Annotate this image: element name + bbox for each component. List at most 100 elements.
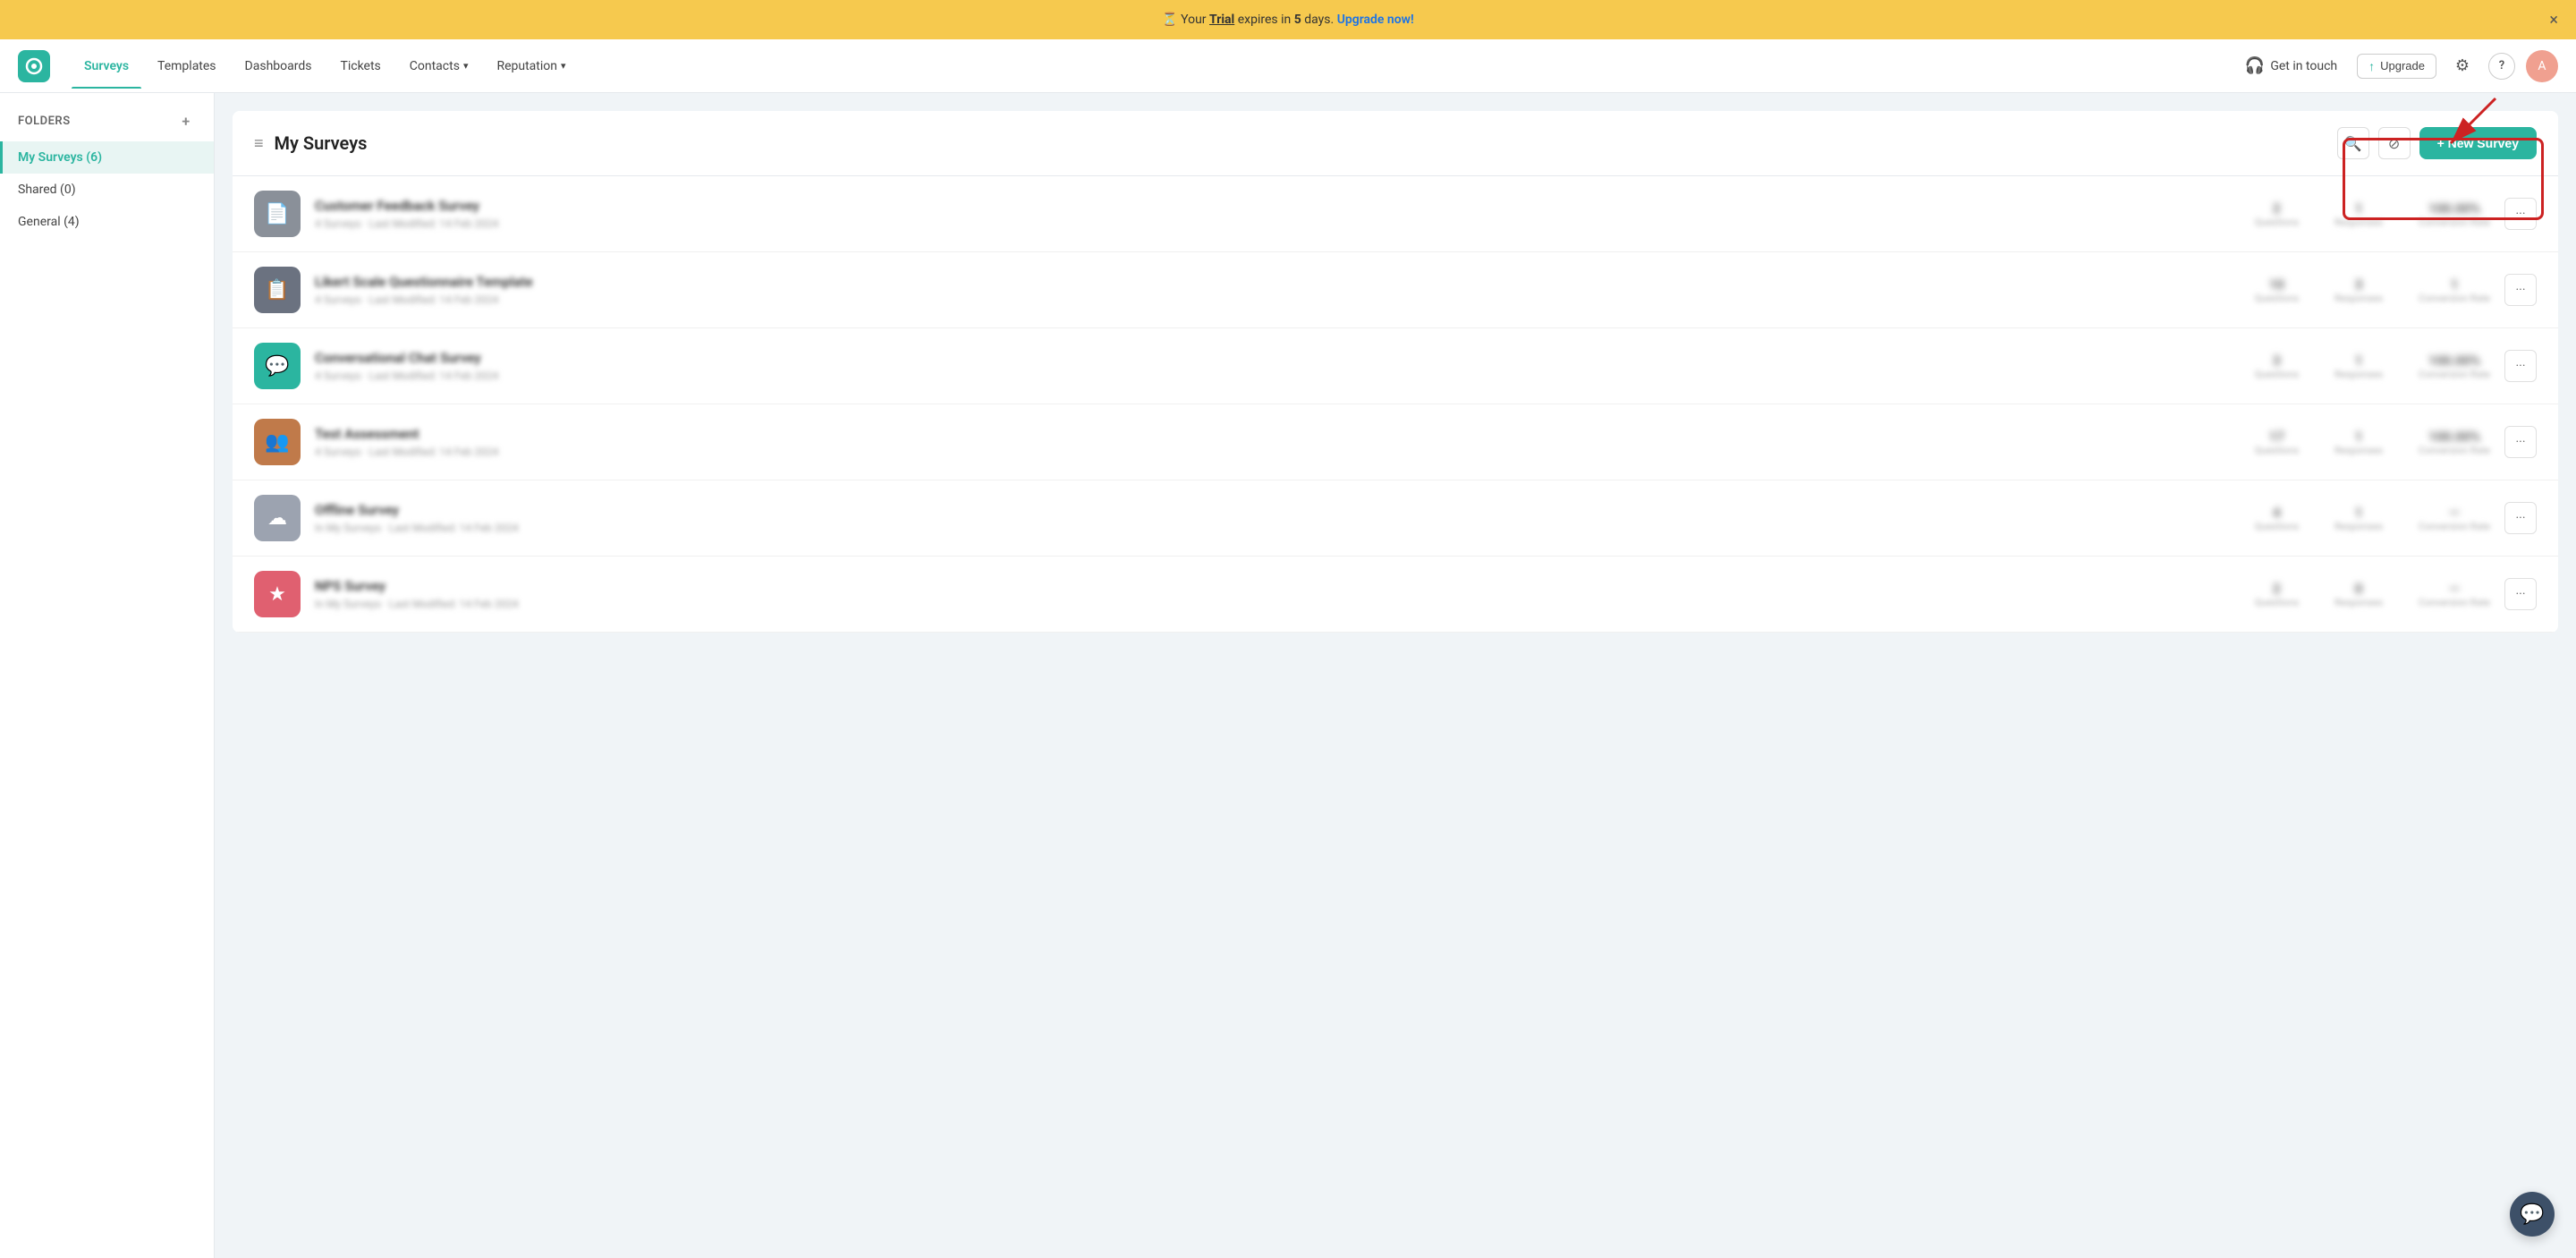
survey-actions-button-6[interactable]: ···: [2504, 578, 2537, 610]
stat-questions-label-1: Questions: [2255, 217, 2299, 228]
nav-items: Surveys Templates Dashboards Tickets Con…: [72, 52, 2236, 81]
banner-middle: expires in: [1238, 13, 1294, 27]
stat-questions-value-5: 4: [2255, 505, 2299, 521]
add-folder-button[interactable]: +: [176, 111, 196, 131]
add-icon: +: [182, 113, 190, 130]
search-button[interactable]: 🔍: [2337, 127, 2369, 159]
stat-questions-5: 4 Questions: [2255, 505, 2299, 532]
sidebar-item-my-surveys[interactable]: My Surveys (6): [0, 141, 214, 174]
new-survey-label: + New Survey: [2437, 136, 2519, 150]
survey-row[interactable]: ★ NPS Survey In My Surveys · Last Modifi…: [233, 557, 2558, 633]
survey-icon-5: ☁: [254, 495, 301, 541]
stat-responses-label-5: Responses: [2334, 521, 2383, 532]
stat-conversion-label-2: Conversion Rate: [2419, 293, 2490, 304]
stat-questions-4: 17 Questions: [2255, 429, 2299, 456]
sidebar-label-general: General (4): [18, 215, 80, 229]
nav-item-tickets[interactable]: Tickets: [327, 52, 393, 81]
stat-questions-3: 3 Questions: [2255, 353, 2299, 380]
chat-icon: 💬: [2520, 1203, 2544, 1226]
stat-questions-value-4: 17: [2255, 429, 2299, 445]
upgrade-link[interactable]: Upgrade now!: [1337, 13, 1414, 27]
stat-questions-6: 2 Questions: [2255, 581, 2299, 608]
sidebar-item-general[interactable]: General (4): [0, 206, 214, 238]
stat-questions-2: 10 Questions: [2255, 276, 2299, 304]
survey-info-4: Test Assessment 4 Surveys · Last Modifie…: [315, 426, 2241, 458]
survey-stats-6: 2 Questions 0 Responses — Conversion Rat…: [2255, 581, 2490, 608]
survey-row[interactable]: 💬 Conversational Chat Survey 4 Surveys ·…: [233, 328, 2558, 404]
survey-actions-button-4[interactable]: ···: [2504, 426, 2537, 458]
stat-conversion-1: 100.00% Conversion Rate: [2419, 200, 2490, 228]
new-survey-button[interactable]: + New Survey: [2419, 127, 2537, 159]
stat-conversion-2: 1 Conversion Rate: [2419, 276, 2490, 304]
survey-row[interactable]: 👥 Test Assessment 4 Surveys · Last Modif…: [233, 404, 2558, 480]
stat-responses-value-2: 3: [2334, 276, 2383, 293]
settings-button[interactable]: ⚙: [2447, 51, 2478, 81]
survey-name-1: Customer Feedback Survey: [315, 198, 2241, 214]
stat-conversion-4: 100.00% Conversion Rate: [2419, 429, 2490, 456]
survey-meta-1: 4 Surveys · Last Modified: 14 Feb 2024: [315, 217, 2241, 230]
trial-word: Trial: [1209, 13, 1234, 27]
chat-bubble-button[interactable]: 💬: [2510, 1192, 2555, 1237]
stat-responses-label-1: Responses: [2334, 217, 2383, 228]
stat-responses-label-6: Responses: [2334, 597, 2383, 608]
stat-conversion-label-6: Conversion Rate: [2419, 597, 2490, 608]
survey-list-container: ≡ My Surveys 🔍 ⊘ + New Survey: [233, 111, 2558, 633]
app-logo[interactable]: [18, 50, 50, 82]
upgrade-button[interactable]: ↑ Upgrade: [2357, 54, 2436, 79]
survey-actions-button-1[interactable]: ···: [2504, 198, 2537, 230]
survey-info-3: Conversational Chat Survey 4 Surveys · L…: [315, 350, 2241, 382]
nav-item-dashboards[interactable]: Dashboards: [233, 52, 325, 81]
nav-label-surveys: Surveys: [84, 59, 129, 73]
stat-conversion-6: — Conversion Rate: [2419, 581, 2490, 608]
survey-stats-4: 17 Questions 1 Responses 100.00% Convers…: [2255, 429, 2490, 456]
main-layout: Folders + My Surveys (6) Shared (0) Gene…: [0, 93, 2576, 1258]
survey-stats-2: 10 Questions 3 Responses 1 Conversion Ra…: [2255, 276, 2490, 304]
stat-conversion-label-1: Conversion Rate: [2419, 217, 2490, 228]
survey-icon-2: 📋: [254, 267, 301, 313]
survey-row[interactable]: 📋 Likert Scale Questionnaire Template 4 …: [233, 252, 2558, 328]
stat-questions-label-6: Questions: [2255, 597, 2299, 608]
nav-item-templates[interactable]: Templates: [145, 52, 229, 81]
stat-conversion-value-2: 1: [2419, 276, 2490, 293]
stat-responses-value-3: 1: [2334, 353, 2383, 369]
survey-actions-button-2[interactable]: ···: [2504, 274, 2537, 306]
survey-actions-button-3[interactable]: ···: [2504, 350, 2537, 382]
stat-questions-label-2: Questions: [2255, 293, 2299, 304]
sidebar: Folders + My Surveys (6) Shared (0) Gene…: [0, 93, 215, 1258]
nav-label-reputation: Reputation: [496, 59, 557, 73]
banner-close-button[interactable]: ×: [2549, 11, 2558, 30]
survey-actions-button-5[interactable]: ···: [2504, 502, 2537, 534]
help-button[interactable]: ?: [2488, 53, 2515, 80]
nav-item-reputation[interactable]: Reputation ▾: [484, 52, 578, 81]
banner-suffix: days.: [1304, 13, 1336, 27]
banner-text: ⏳ Your Trial expires in 5 days. Upgrade …: [1162, 13, 1414, 27]
sidebar-header: Folders +: [0, 111, 214, 141]
survey-list-header: ≡ My Surveys 🔍 ⊘ + New Survey: [233, 111, 2558, 176]
list-view-icon[interactable]: ≡: [254, 134, 264, 153]
page-title: My Surveys: [275, 132, 368, 154]
get-in-touch-button[interactable]: 🎧 Get in touch: [2236, 51, 2346, 81]
contacts-chevron-icon: ▾: [463, 60, 469, 72]
nav-label-tickets: Tickets: [340, 59, 380, 73]
stat-questions-label-5: Questions: [2255, 521, 2299, 532]
nav-item-contacts[interactable]: Contacts ▾: [397, 52, 481, 81]
sidebar-label-shared: Shared (0): [18, 183, 76, 197]
sidebar-label-my-surveys: My Surveys (6): [18, 150, 102, 165]
user-avatar[interactable]: A: [2526, 50, 2558, 82]
nav-item-surveys[interactable]: Surveys: [72, 52, 141, 81]
stat-responses-5: 1 Responses: [2334, 505, 2383, 532]
survey-info-2: Likert Scale Questionnaire Template 4 Su…: [315, 274, 2241, 306]
upgrade-label: Upgrade: [2380, 59, 2425, 72]
survey-stats-5: 4 Questions 1 Responses — Conversion Rat…: [2255, 505, 2490, 532]
stat-questions-value-2: 10: [2255, 276, 2299, 293]
survey-stats-1: 2 Questions 1 Responses 100.00% Conversi…: [2255, 200, 2490, 228]
survey-icon-6: ★: [254, 571, 301, 617]
survey-row[interactable]: ☁ Offline Survey In My Surveys · Last Mo…: [233, 480, 2558, 557]
stat-responses-value-6: 0: [2334, 581, 2383, 597]
filter-button[interactable]: ⊘: [2378, 127, 2411, 159]
stat-responses-2: 3 Responses: [2334, 276, 2383, 304]
nav-label-templates: Templates: [157, 59, 216, 73]
survey-row[interactable]: 📄 Customer Feedback Survey 4 Surveys · L…: [233, 176, 2558, 252]
sidebar-item-shared[interactable]: Shared (0): [0, 174, 214, 206]
survey-meta-3: 4 Surveys · Last Modified: 14 Feb 2024: [315, 370, 2241, 382]
